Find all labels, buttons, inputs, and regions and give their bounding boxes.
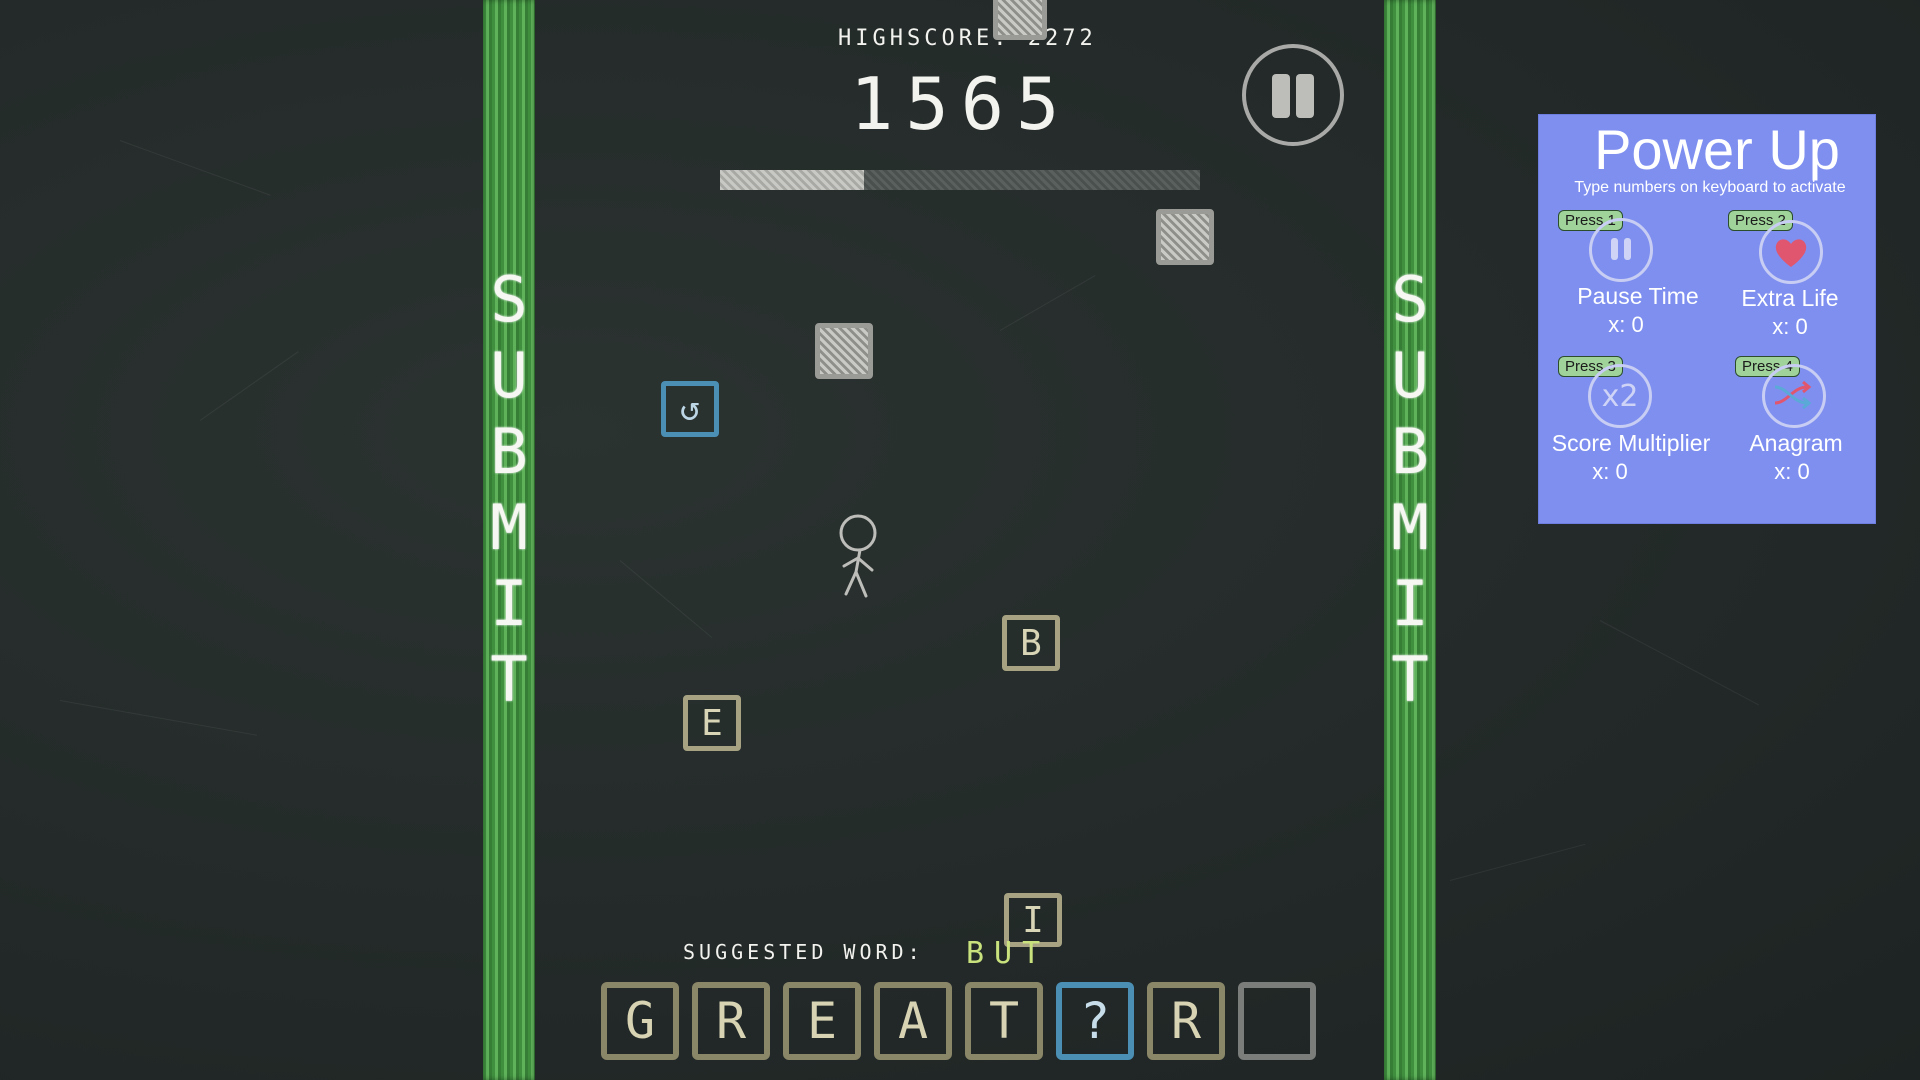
powerup-title: Power Up — [1594, 118, 1840, 181]
powerup-score-multiplier[interactable]: Press 3 x2 Score Multiplier x: 0 — [1541, 356, 1711, 496]
powerup-name: Extra Life — [1741, 285, 1839, 311]
current-score: 1565 — [850, 62, 1072, 146]
suggested-word: BUT — [966, 936, 1051, 971]
word-slot[interactable]: T — [965, 982, 1043, 1060]
heart-icon — [1759, 220, 1823, 284]
stone-block — [815, 323, 873, 379]
highscore: HIGHSCORE: 2272 — [838, 26, 1097, 51]
powerup-count: x: 0 — [1774, 459, 1810, 484]
submit-label-right: S U B M I T — [1391, 263, 1429, 716]
word-slot-wildcard[interactable]: ? — [1056, 982, 1134, 1060]
powerup-count: x: 0 — [1608, 312, 1644, 337]
undo-tile: ↺ — [661, 381, 719, 437]
pause-button[interactable] — [1242, 44, 1344, 146]
powerup-name: Pause Time — [1577, 283, 1699, 309]
player-stick-figure — [839, 514, 877, 598]
undo-icon: ↺ — [679, 389, 701, 429]
time-progress-fill — [720, 170, 864, 190]
word-slot[interactable]: R — [1147, 982, 1225, 1060]
word-slot[interactable]: E — [783, 982, 861, 1060]
word-slot[interactable]: A — [874, 982, 952, 1060]
pause-icon-bar-right — [1296, 74, 1314, 118]
powerup-anagram[interactable]: Press 4 Anagram x: 0 — [1705, 356, 1875, 496]
powerup-count: x: 0 — [1772, 314, 1808, 339]
pause-icon — [1589, 218, 1653, 282]
powerup-pause-time[interactable]: Press 1 Pause Time x: 0 — [1541, 210, 1711, 350]
letter-tile-b: B — [1002, 615, 1060, 671]
powerup-panel: Power Up Type numbers on keyboard to act… — [1539, 115, 1875, 523]
submit-label-left: S U B M I T — [490, 263, 528, 716]
stone-block — [993, 0, 1047, 40]
highscore-label: HIGHSCORE: — [838, 26, 1011, 51]
powerup-name: Anagram — [1749, 430, 1843, 456]
shuffle-icon — [1762, 364, 1826, 428]
suggested-word-label: SUGGESTED WORD: — [683, 940, 924, 964]
powerup-extra-life[interactable]: Press 2 Extra Life x: 0 — [1705, 210, 1875, 350]
powerup-count: x: 0 — [1592, 459, 1628, 484]
letter-tile-e: E — [683, 695, 741, 751]
powerup-subtitle: Type numbers on keyboard to activate — [1574, 179, 1846, 196]
word-slot[interactable]: R — [692, 982, 770, 1060]
word-slot-empty[interactable] — [1238, 982, 1316, 1060]
powerup-name: Score Multiplier — [1551, 430, 1711, 456]
pause-icon-bar-left — [1272, 74, 1290, 118]
time-progress-bar — [720, 170, 1200, 190]
x2-icon: x2 — [1588, 364, 1652, 428]
stone-block — [1156, 209, 1214, 265]
word-slot[interactable]: G — [601, 982, 679, 1060]
